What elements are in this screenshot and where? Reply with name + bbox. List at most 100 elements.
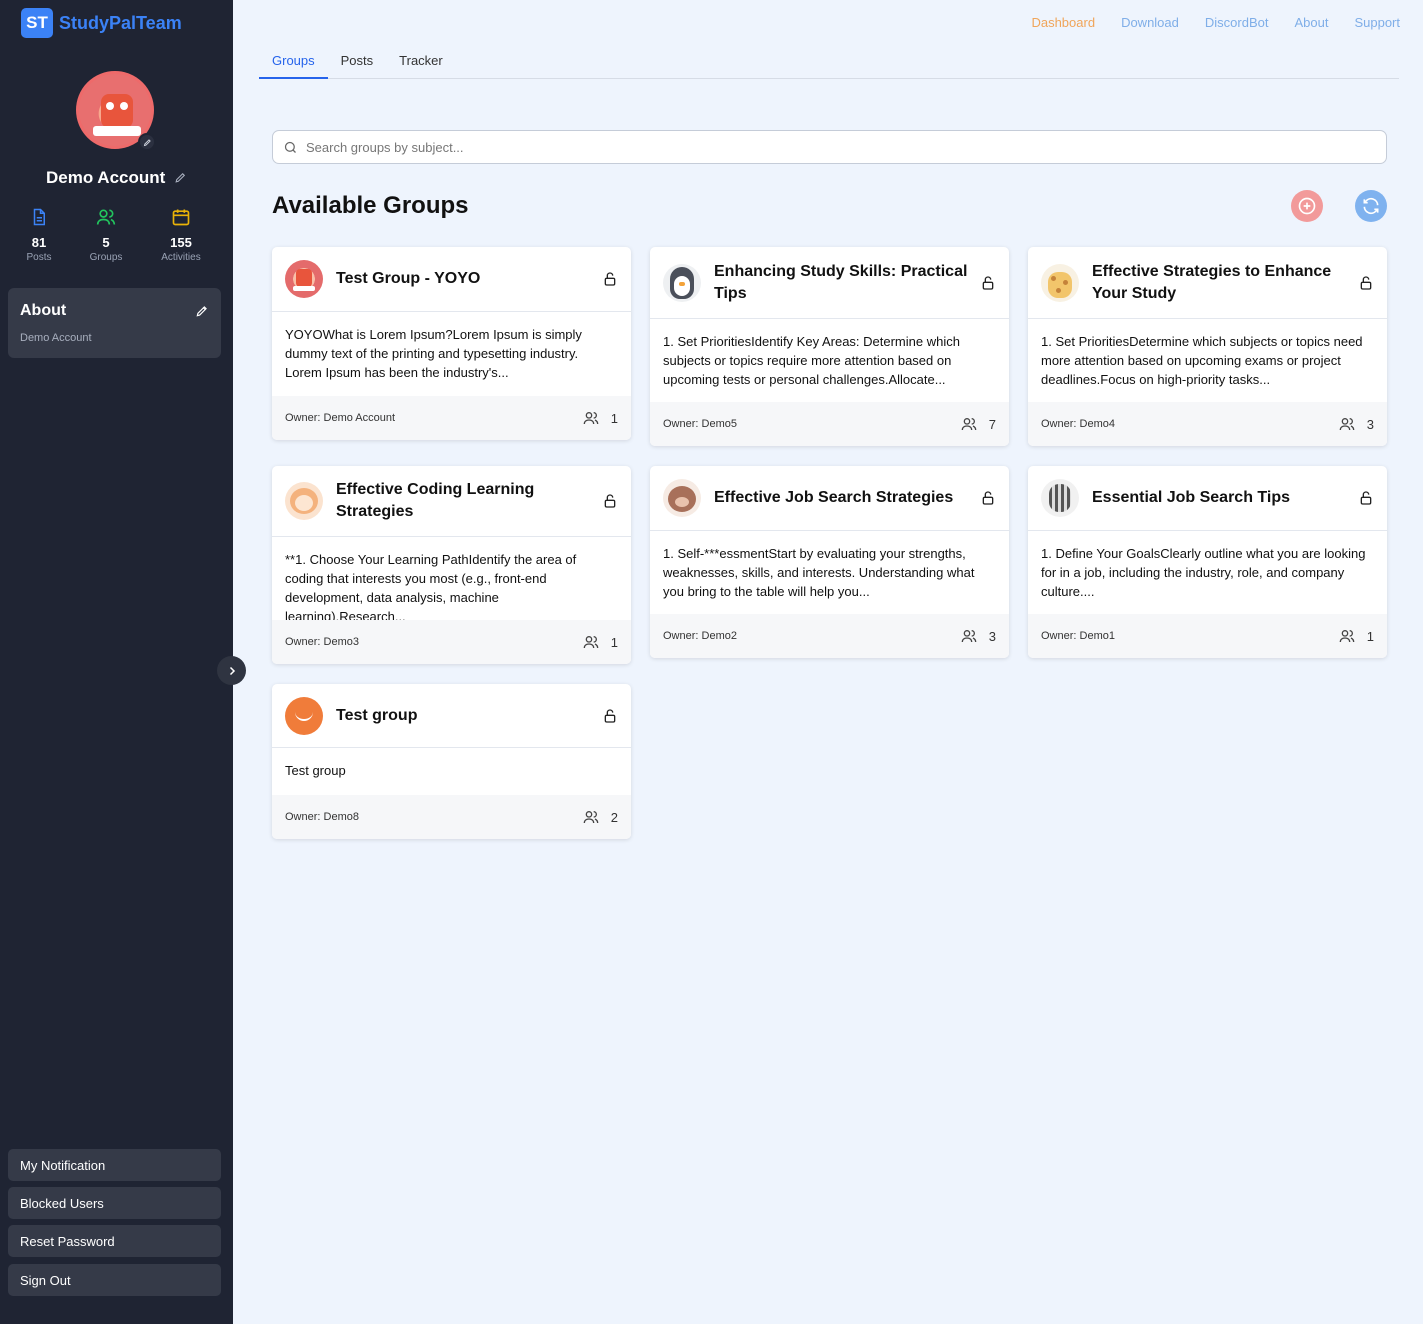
users-icon — [961, 630, 977, 643]
group-owner: Owner: Demo5 — [663, 418, 737, 430]
tab-tracker[interactable]: Tracker — [386, 53, 456, 79]
stat-groups[interactable]: 5 Groups — [76, 207, 136, 263]
stat-activities[interactable]: 155 Activities — [151, 207, 211, 263]
member-count: 1 — [1366, 628, 1374, 644]
unlock-icon — [604, 272, 616, 286]
about-subtitle: Demo Account — [20, 332, 92, 344]
tab-posts[interactable]: Posts — [328, 53, 387, 79]
group-members: 3 — [961, 628, 996, 644]
users-icon — [96, 209, 116, 225]
edit-avatar-icon[interactable] — [138, 133, 156, 151]
tab-bar: Groups Posts Tracker — [259, 53, 1399, 79]
group-owner: Owner: Demo1 — [1041, 630, 1115, 642]
search-input[interactable] — [306, 139, 1306, 155]
group-title: Enhancing Study Skills: Practical Tips — [714, 262, 968, 302]
users-icon — [583, 636, 599, 649]
add-group-button[interactable] — [1291, 190, 1323, 222]
group-owner: Owner: Demo3 — [285, 636, 359, 648]
member-count: 2 — [610, 809, 618, 825]
group-avatar — [285, 696, 323, 735]
unlock-icon — [1360, 491, 1372, 505]
unlock-icon — [604, 708, 616, 723]
refresh-button[interactable] — [1355, 190, 1387, 222]
card-footer: Owner: Demo8 2 — [272, 795, 631, 839]
card-header: Test group — [272, 684, 631, 748]
group-description: 1. Set PrioritiesIdentify Key Areas: Det… — [663, 334, 960, 387]
card-footer: Owner: Demo4 3 — [1028, 402, 1387, 446]
card-header: Test Group - YOYO — [272, 247, 631, 312]
group-card-effective-job-search[interactable]: Effective Job Search Strategies 1. Self-… — [650, 466, 1009, 658]
card-footer: Owner: Demo1 1 — [1028, 614, 1387, 658]
sign-out-button[interactable]: Sign Out — [8, 1264, 221, 1296]
card-header: Enhancing Study Skills: Practical Tips — [650, 247, 1009, 319]
nav-about[interactable]: About — [1294, 15, 1328, 30]
group-card-test-group[interactable]: Test group Test group Owner: Demo8 2 — [272, 684, 631, 839]
edit-name-icon[interactable] — [174, 169, 187, 189]
unlock-icon — [604, 494, 616, 508]
group-members: 1 — [583, 410, 618, 426]
member-count: 7 — [988, 416, 996, 432]
unlock-icon — [982, 275, 994, 290]
about-section: About Demo Account — [8, 288, 221, 358]
group-description: 1. Define Your GoalsClearly outline what… — [1041, 546, 1366, 599]
users-icon — [1339, 418, 1355, 431]
card-footer: Owner: Demo5 7 — [650, 402, 1009, 446]
group-avatar — [1041, 479, 1079, 517]
group-avatar — [1041, 263, 1079, 302]
brand-name: StudyPalTeam — [59, 12, 182, 33]
nav-download[interactable]: Download — [1121, 15, 1179, 30]
page-title: Available Groups — [272, 192, 469, 219]
group-card-effective-strategies[interactable]: Effective Strategies to Enhance Your Stu… — [1028, 247, 1387, 446]
stat-value: 5 — [102, 235, 110, 250]
sidebar: ST StudyPalTeam Demo Account 81 Posts 5 … — [0, 0, 233, 1324]
users-icon — [1339, 630, 1355, 643]
brand[interactable]: ST StudyPalTeam — [21, 8, 182, 38]
card-header: Essential Job Search Tips — [1028, 466, 1387, 531]
search-icon — [284, 141, 296, 153]
stat-value: 81 — [31, 235, 47, 250]
brand-logo: ST — [21, 8, 53, 38]
top-nav: Dashboard Download DiscordBot About Supp… — [1031, 15, 1400, 30]
member-count: 3 — [1366, 416, 1374, 432]
unlock-icon — [982, 491, 994, 505]
group-card-essential-job-search[interactable]: Essential Job Search Tips 1. Define Your… — [1028, 466, 1387, 658]
group-owner: Owner: Demo4 — [1041, 418, 1115, 430]
collapse-sidebar-button[interactable] — [217, 656, 246, 685]
blocked-users-button[interactable]: Blocked Users — [8, 1187, 221, 1219]
calendar-icon — [172, 209, 190, 226]
plus-circle-icon — [1298, 197, 1316, 215]
group-members: 3 — [1339, 416, 1374, 432]
stat-label: Posts — [26, 252, 52, 263]
card-footer: Owner: Demo Account 1 — [272, 396, 631, 440]
nav-discordbot[interactable]: DiscordBot — [1205, 15, 1269, 30]
about-title: About — [20, 302, 67, 319]
stat-posts[interactable]: 81 Posts — [9, 207, 69, 263]
group-members: 1 — [1339, 628, 1374, 644]
my-notification-button[interactable]: My Notification — [8, 1149, 221, 1181]
users-icon — [583, 811, 599, 824]
group-card-test-group-yoyo[interactable]: Test Group - YOYO YOYOWhat is Lorem Ipsu… — [272, 247, 631, 440]
member-count: 1 — [610, 634, 618, 650]
group-card-effective-coding[interactable]: Effective Coding Learning Strategies **1… — [272, 466, 631, 664]
group-description: 1. Set PrioritiesDetermine which subject… — [1041, 334, 1363, 387]
group-members: 2 — [583, 809, 618, 825]
group-members: 1 — [583, 634, 618, 650]
tab-groups[interactable]: Groups — [259, 53, 328, 79]
card-header: Effective Strategies to Enhance Your Stu… — [1028, 247, 1387, 319]
search-bar — [272, 130, 1387, 164]
account-name-text: Demo Account — [45, 168, 166, 187]
nav-support[interactable]: Support — [1354, 15, 1400, 30]
group-owner: Owner: Demo8 — [285, 811, 359, 823]
edit-about-icon[interactable] — [195, 304, 209, 323]
group-title: Test group — [336, 706, 418, 724]
stat-label: Activities — [161, 252, 201, 263]
group-title: Test Group - YOYO — [336, 270, 481, 287]
nav-dashboard[interactable]: Dashboard — [1031, 15, 1095, 30]
group-avatar — [285, 482, 323, 520]
group-title: Effective Job Search Strategies — [714, 489, 954, 506]
profile-avatar[interactable] — [76, 71, 156, 151]
group-title: Essential Job Search Tips — [1092, 489, 1291, 506]
reset-password-button[interactable]: Reset Password — [8, 1225, 221, 1257]
group-card-enhancing-study-skills[interactable]: Enhancing Study Skills: Practical Tips 1… — [650, 247, 1009, 446]
unlock-icon — [1360, 275, 1372, 290]
